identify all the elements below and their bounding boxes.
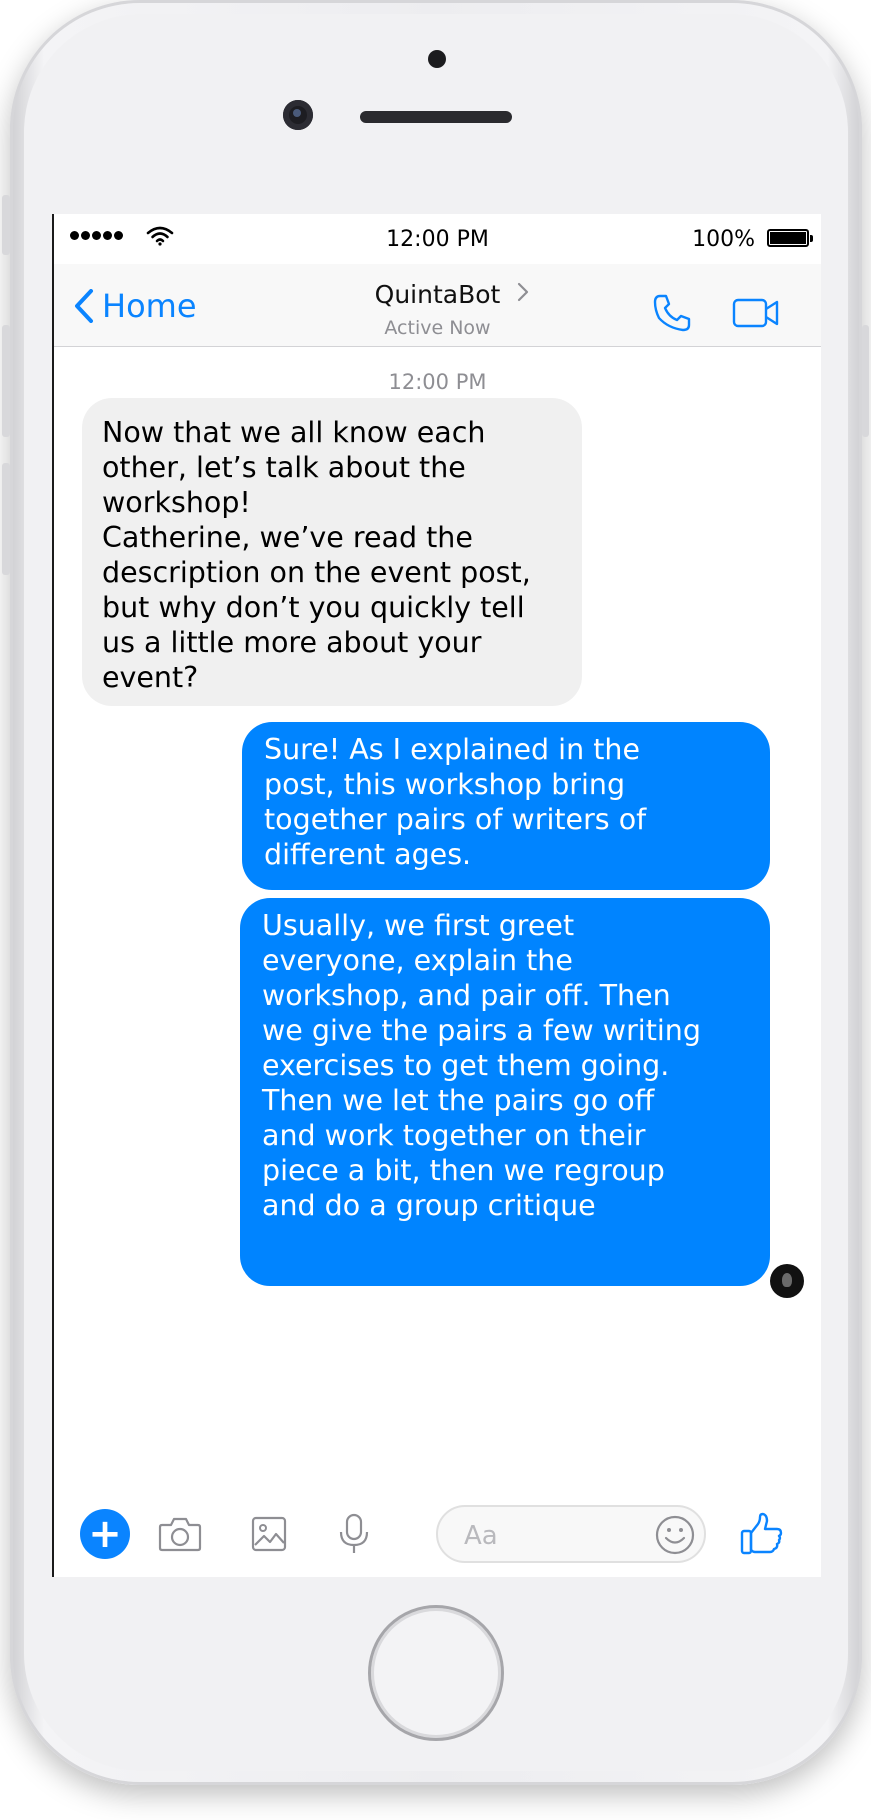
front-camera bbox=[283, 100, 313, 130]
message-input-placeholder: Aa bbox=[464, 1521, 498, 1551]
contact-name: QuintaBot bbox=[374, 280, 501, 309]
outgoing-message-bubble[interactable]: Usually, we first greet everyone, explai… bbox=[240, 898, 770, 1286]
earpiece-speaker bbox=[360, 111, 512, 123]
conversation-header: Home QuintaBot Active Now bbox=[54, 264, 821, 347]
image-icon bbox=[251, 1516, 287, 1552]
chevron-right-icon bbox=[517, 282, 529, 302]
power-button bbox=[862, 325, 869, 437]
microphone-button[interactable] bbox=[329, 1491, 379, 1577]
status-bar: 12:00 PM 100% bbox=[54, 214, 821, 264]
plus-button[interactable]: + bbox=[79, 1491, 131, 1577]
message-thread[interactable]: 12:00 PM Now that we all know each other… bbox=[54, 346, 821, 1491]
volume-down-button bbox=[2, 463, 10, 575]
incoming-message-bubble[interactable]: Now that we all know each other, let’s t… bbox=[82, 398, 582, 706]
contact-title[interactable]: QuintaBot Active Now bbox=[54, 280, 821, 339]
battery-icon bbox=[767, 229, 813, 247]
smiley-icon[interactable] bbox=[654, 1514, 696, 1556]
plus-icon: + bbox=[80, 1509, 130, 1559]
battery-percent: 100% bbox=[692, 227, 755, 252]
microphone-icon bbox=[339, 1513, 369, 1553]
camera-button[interactable] bbox=[154, 1491, 206, 1577]
gallery-button[interactable] bbox=[244, 1491, 294, 1577]
message-timestamp: 12:00 PM bbox=[388, 370, 487, 394]
screen: 12:00 PM 100% Home QuintaBot Active Now … bbox=[52, 214, 821, 1577]
outgoing-message-bubble[interactable]: Sure! As I explained in the post, this w… bbox=[242, 722, 770, 890]
camera-icon bbox=[158, 1517, 202, 1552]
phone-call-icon[interactable] bbox=[652, 293, 692, 333]
home-button[interactable] bbox=[368, 1605, 504, 1741]
mute-switch bbox=[2, 195, 10, 255]
thumbs-up-icon bbox=[740, 1512, 783, 1555]
message-input[interactable]: Aa bbox=[436, 1505, 706, 1563]
message-composer: + Aa bbox=[54, 1491, 821, 1577]
read-receipt-avatar bbox=[770, 1264, 804, 1298]
volume-up-button bbox=[2, 325, 10, 437]
contact-status: Active Now bbox=[384, 317, 491, 339]
video-call-icon[interactable] bbox=[732, 298, 780, 328]
proximity-sensor bbox=[428, 50, 446, 68]
like-button[interactable] bbox=[736, 1491, 788, 1577]
